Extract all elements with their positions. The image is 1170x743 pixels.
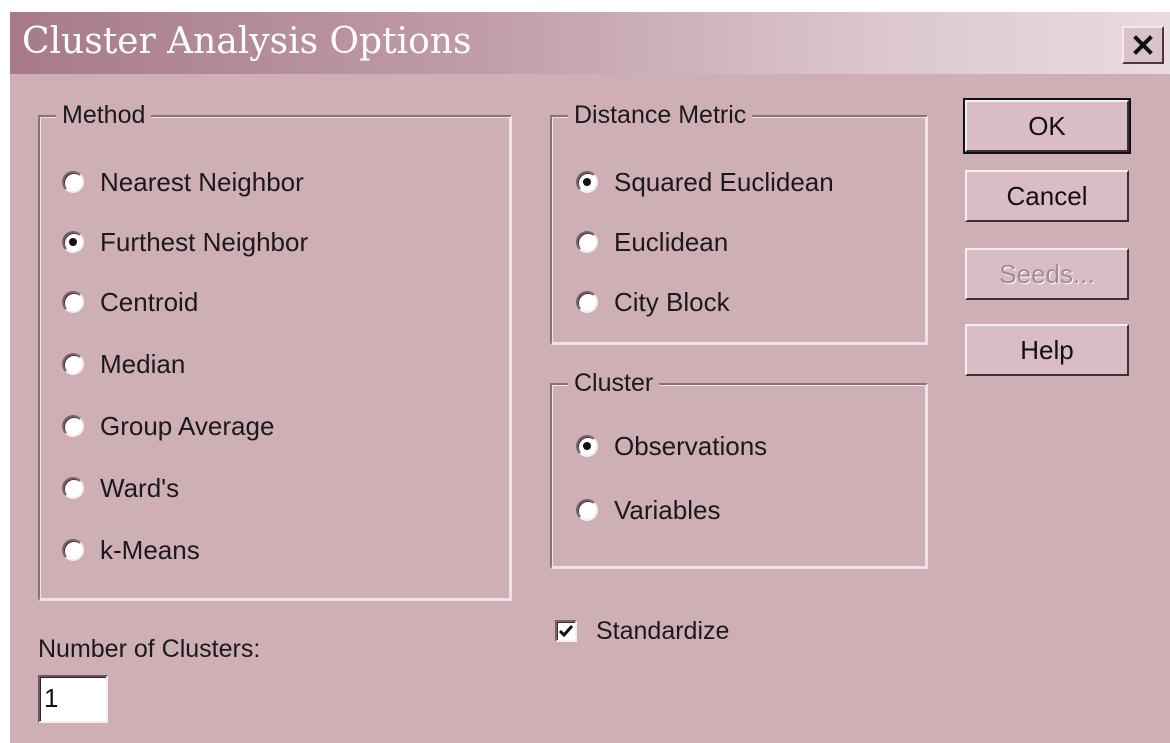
method-option-group-average[interactable]: Group Average bbox=[62, 410, 274, 442]
radio-button[interactable] bbox=[62, 291, 84, 313]
radio-label: Observations bbox=[614, 430, 768, 461]
cluster-option-variables[interactable]: Variables bbox=[576, 494, 720, 526]
number-of-clusters-input[interactable]: 1 bbox=[38, 675, 108, 723]
cluster-group: Cluster bbox=[550, 369, 928, 569]
method-option-k-means[interactable]: k-Means bbox=[62, 534, 200, 566]
radio-button[interactable] bbox=[62, 477, 84, 499]
seeds-button[interactable]: Seeds... bbox=[965, 248, 1129, 300]
dialog-title: Cluster Analysis Options bbox=[22, 21, 472, 62]
method-option-furthest-neighbor[interactable]: Furthest Neighbor bbox=[62, 226, 308, 258]
radio-label: Ward's bbox=[100, 472, 180, 503]
radio-button[interactable] bbox=[62, 171, 84, 193]
radio-label: Median bbox=[100, 348, 186, 379]
title-bar[interactable]: Cluster Analysis Options bbox=[10, 12, 1170, 74]
radio-button[interactable] bbox=[62, 415, 84, 437]
distance-option-euclidean[interactable]: Euclidean bbox=[576, 226, 728, 258]
radio-label: Nearest Neighbor bbox=[100, 166, 304, 197]
cluster-group-label: Cluster bbox=[568, 369, 660, 398]
method-option-nearest-neighbor[interactable]: Nearest Neighbor bbox=[62, 166, 304, 198]
method-group-label: Method bbox=[56, 101, 152, 130]
method-option-wards[interactable]: Ward's bbox=[62, 472, 179, 504]
standardize-checkbox[interactable] bbox=[555, 620, 577, 642]
distance-option-city-block[interactable]: City Block bbox=[576, 286, 730, 318]
radio-label: Centroid bbox=[100, 286, 199, 317]
cluster-option-observations[interactable]: Observations bbox=[576, 430, 767, 462]
radio-button[interactable] bbox=[62, 539, 84, 561]
method-option-centroid[interactable]: Centroid bbox=[62, 286, 198, 318]
seeds-button-label: Seeds... bbox=[999, 258, 1095, 289]
close-button[interactable] bbox=[1122, 26, 1164, 64]
radio-label: Euclidean bbox=[614, 226, 729, 257]
radio-label: Squared Euclidean bbox=[614, 166, 834, 197]
checkmark-icon bbox=[558, 625, 574, 638]
radio-label: Furthest Neighbor bbox=[100, 226, 309, 257]
standardize-label: Standardize bbox=[596, 617, 730, 645]
radio-button[interactable] bbox=[576, 231, 598, 253]
method-option-median[interactable]: Median bbox=[62, 348, 185, 380]
radio-label: City Block bbox=[614, 286, 730, 317]
radio-label: Group Average bbox=[100, 410, 275, 441]
distance-option-squared-euclidean[interactable]: Squared Euclidean bbox=[576, 166, 834, 198]
dialog-window: Cluster Analysis Options Method Nearest … bbox=[10, 12, 1170, 743]
radio-label: Variables bbox=[614, 494, 721, 525]
help-button[interactable]: Help bbox=[965, 324, 1129, 376]
close-icon bbox=[1133, 35, 1153, 55]
radio-label: k-Means bbox=[100, 534, 200, 565]
radio-button[interactable] bbox=[62, 231, 84, 253]
radio-button[interactable] bbox=[576, 171, 598, 193]
radio-button[interactable] bbox=[62, 353, 84, 375]
number-of-clusters-label: Number of Clusters: bbox=[38, 635, 261, 663]
distance-metric-group-label: Distance Metric bbox=[568, 101, 753, 130]
radio-button[interactable] bbox=[576, 291, 598, 313]
radio-button[interactable] bbox=[576, 499, 598, 521]
ok-button[interactable]: OK bbox=[963, 98, 1131, 154]
radio-button[interactable] bbox=[576, 435, 598, 457]
cancel-button[interactable]: Cancel bbox=[965, 170, 1129, 222]
